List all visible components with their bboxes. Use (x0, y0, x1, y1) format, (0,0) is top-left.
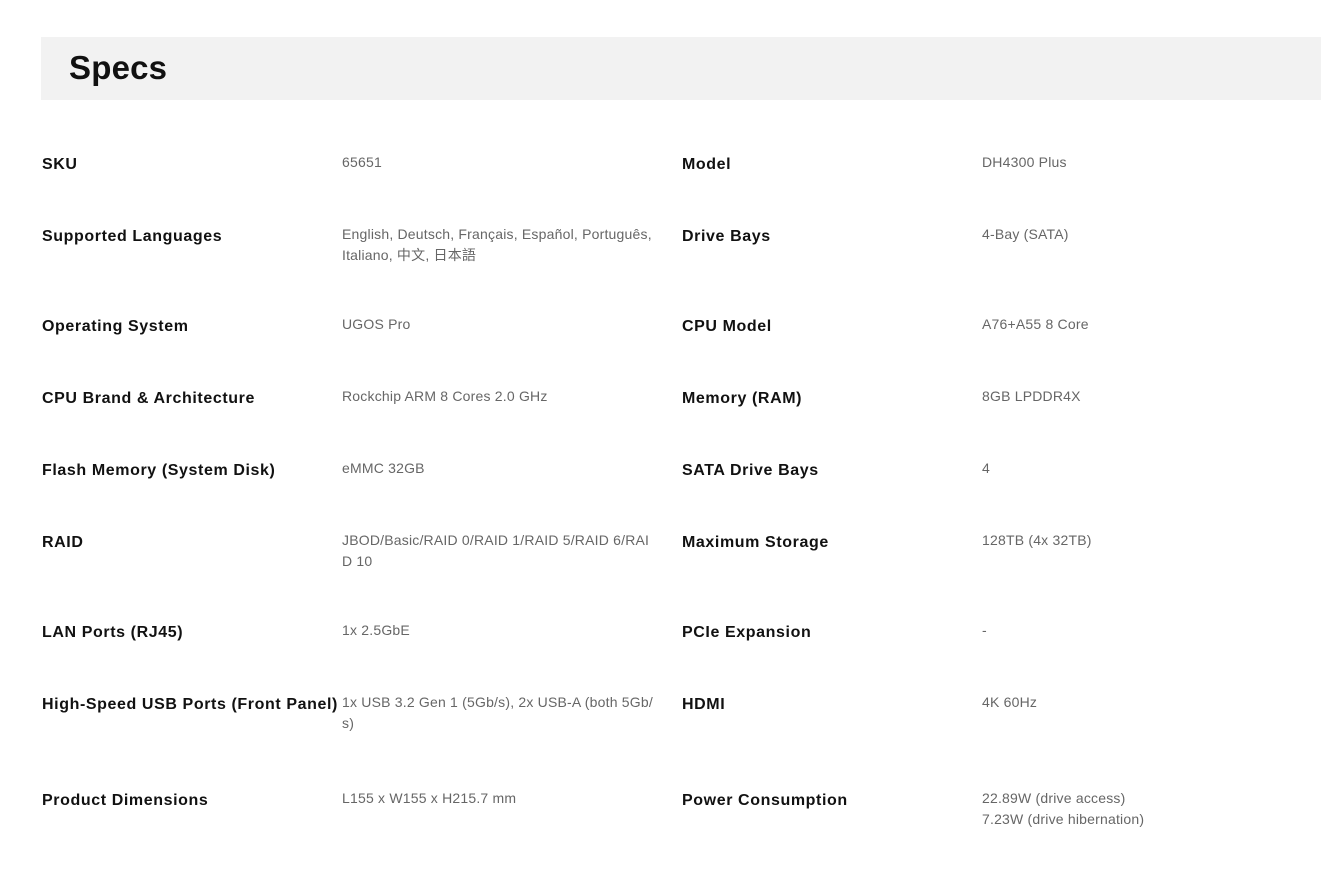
spec-value: 8GB LPDDR4X (982, 388, 1081, 404)
spec-label: Model (682, 156, 732, 173)
spec-label: Power Consumption (682, 792, 848, 809)
spec-label: High-Speed USB Ports (Front Panel) (42, 696, 338, 713)
spec-value: DH4300 Plus (982, 154, 1067, 170)
spec-value: A76+A55 8 Core (982, 316, 1089, 332)
spec-label: SKU (42, 156, 78, 173)
spec-value: L155 x W155 x H215.7 mm (342, 790, 517, 806)
spec-label: CPU Model (682, 318, 772, 335)
spec-value: 1x USB 3.2 Gen 1 (5Gb/s), 2x USB-A (both… (342, 694, 653, 731)
spec-label: Supported Languages (42, 228, 223, 245)
spec-value: 4K 60Hz (982, 694, 1038, 710)
specs-header: Specs (41, 37, 1321, 100)
spec-label: Product Dimensions (42, 792, 209, 809)
spec-value: 1x 2.5GbE (342, 622, 410, 638)
spec-value: 4 (982, 460, 990, 476)
spec-value: 22.89W (drive access) 7.23W (drive hiber… (982, 790, 1145, 827)
spec-label: RAID (42, 534, 84, 551)
spec-value: UGOS Pro (342, 316, 411, 332)
spec-value: 128TB (4x 32TB) (982, 532, 1092, 548)
spec-label: PCIe Expansion (682, 624, 812, 641)
spec-value: English, Deutsch, Français, Español, Por… (342, 226, 652, 263)
spec-value: 65651 (342, 154, 382, 170)
spec-label: Operating System (42, 318, 189, 335)
spec-label: LAN Ports (RJ45) (42, 624, 184, 641)
spec-label: Memory (RAM) (682, 390, 803, 407)
spec-label: Maximum Storage (682, 534, 829, 551)
spec-label: HDMI (682, 696, 726, 713)
spec-label: Flash Memory (System Disk) (42, 462, 276, 479)
spec-label: CPU Brand & Architecture (42, 390, 255, 407)
spec-label: SATA Drive Bays (682, 462, 819, 479)
spec-value: 4-Bay (SATA) (982, 226, 1069, 242)
spec-value: Rockchip ARM 8 Cores 2.0 GHz (342, 388, 548, 404)
spec-value: eMMC 32GB (342, 460, 425, 476)
spec-value: - (982, 622, 987, 638)
spec-label: Drive Bays (682, 228, 771, 245)
spec-value: JBOD/Basic/RAID 0/RAID 1/RAID 5/RAID 6/R… (342, 532, 650, 569)
page-title: Specs (69, 49, 168, 86)
